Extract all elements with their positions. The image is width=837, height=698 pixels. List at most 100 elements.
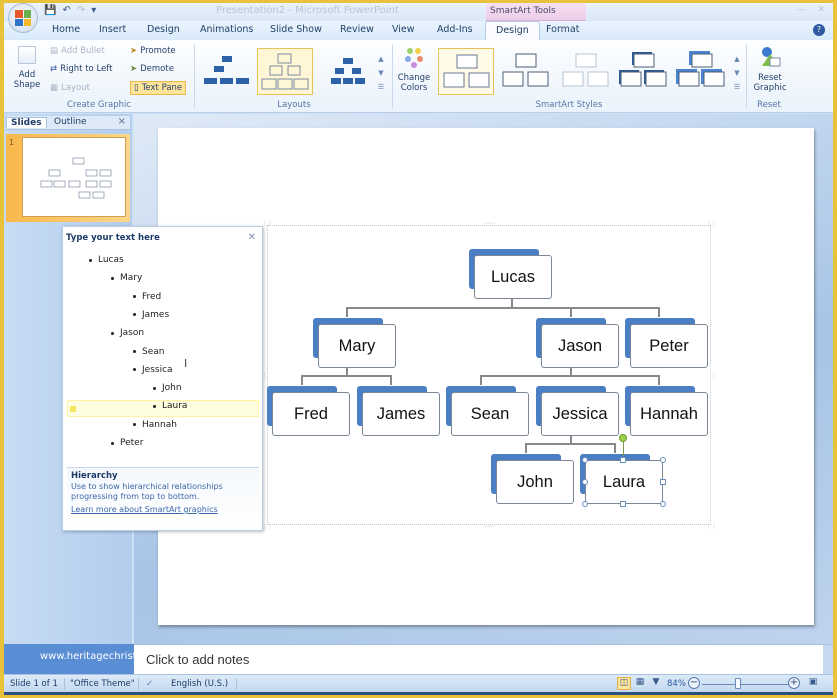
zoom-slider[interactable] (702, 684, 790, 685)
tab-design[interactable]: Design (147, 24, 180, 35)
resize-handle[interactable]: ⋮⋮ (262, 220, 273, 227)
minimize-icon[interactable]: — (796, 5, 805, 15)
fit-to-window-icon[interactable]: ▣ (806, 677, 820, 690)
selection-handle[interactable] (620, 457, 626, 463)
zoom-level[interactable]: 84% (667, 679, 686, 689)
connector-line (525, 443, 527, 453)
layout-button[interactable]: ▦ Layout (50, 83, 90, 93)
demote-button[interactable]: ➤ Demote (130, 64, 174, 74)
org-node-jason[interactable]: Jason (536, 318, 619, 368)
smartart-style-3[interactable] (558, 48, 614, 95)
tab-review[interactable]: Review (340, 24, 374, 35)
text-pane-item[interactable]: Sean (133, 347, 164, 357)
promote-button[interactable]: ➤ Promote (130, 46, 176, 56)
add-shape-button[interactable]: Add Shape (10, 46, 44, 90)
notes-pane[interactable]: Click to add notes (134, 644, 833, 675)
selection-handle[interactable] (620, 501, 626, 507)
org-node-fred[interactable]: Fred (267, 386, 350, 436)
org-node-lucas[interactable]: Lucas (469, 249, 552, 299)
text-pane-item[interactable]: Hannah (133, 420, 177, 430)
slide-show-view-icon[interactable]: ▼ (649, 677, 663, 690)
slide-sorter-view-icon[interactable]: ▦ (633, 677, 647, 690)
slide-thumbnail[interactable] (22, 137, 126, 217)
smartart-style-5[interactable] (674, 48, 730, 95)
org-node-peter[interactable]: Peter (625, 318, 708, 368)
language[interactable]: English (U.S.) (171, 679, 228, 689)
text-pane-item[interactable]: Jason (111, 328, 144, 338)
zoom-in-icon[interactable]: + (788, 677, 800, 689)
layout-option-3[interactable] (320, 48, 376, 95)
org-node-john[interactable]: John (491, 454, 574, 504)
tab-slide-show[interactable]: Slide Show (270, 24, 322, 35)
resize-handle[interactable]: ⋮ (711, 372, 717, 379)
notes-scrollbar[interactable] (823, 645, 833, 675)
selection-handle[interactable] (660, 501, 666, 507)
rotation-stem (623, 440, 624, 456)
notes-placeholder[interactable]: Click to add notes (146, 652, 249, 667)
org-node-laura[interactable]: Laura (580, 454, 663, 504)
text-pane-item[interactable]: James (133, 310, 169, 320)
selection-handle[interactable] (660, 479, 666, 485)
tab-smartart-design[interactable]: Design (485, 21, 540, 40)
tab-home[interactable]: Home (52, 24, 80, 35)
tab-animations[interactable]: Animations (200, 24, 253, 35)
selection-handle[interactable] (582, 501, 588, 507)
right-to-left-button[interactable]: ⇄ Right to Left (50, 64, 112, 74)
text-pane-item[interactable]: Mary (111, 273, 142, 283)
tab-outline[interactable]: Outline (50, 117, 91, 127)
selection-handle[interactable] (660, 457, 666, 463)
resize-handle[interactable]: ⋮⋮ (706, 220, 717, 227)
smartart-style-1[interactable] (438, 48, 494, 95)
redo-icon[interactable]: ↷ (77, 5, 85, 16)
org-node-james[interactable]: James (357, 386, 440, 436)
org-node-hannah[interactable]: Hannah (625, 386, 708, 436)
resize-handle[interactable]: ⋮⋮ (706, 523, 717, 530)
layout-option-2[interactable] (257, 48, 313, 95)
close-pane-icon[interactable]: × (118, 116, 126, 127)
layout-option-1[interactable] (199, 48, 255, 95)
learn-more-link[interactable]: Learn more about SmartArt graphics (71, 505, 255, 514)
resize-handle[interactable]: ⋯⋯ (484, 523, 495, 530)
resize-handle[interactable]: ⋮⋮ (262, 523, 273, 530)
save-icon[interactable]: 💾 (44, 5, 56, 16)
text-pane-item[interactable]: Fred (133, 292, 161, 302)
reset-graphic-button[interactable]: Reset Graphic (750, 46, 790, 93)
tab-add-ins[interactable]: Add-Ins (437, 24, 473, 35)
org-node-sean[interactable]: Sean (446, 386, 529, 436)
tab-smartart-format[interactable]: Format (546, 24, 579, 35)
text-pane-item[interactable]: Laura (153, 401, 187, 411)
add-bullet-button[interactable]: ▤ Add Bullet (50, 46, 105, 56)
org-node-jessica[interactable]: Jessica (536, 386, 619, 436)
styles-gallery-scroll[interactable]: ▲ ▼ ☰ (733, 52, 741, 94)
normal-view-icon[interactable]: ◫ (617, 677, 631, 690)
undo-icon[interactable]: ↶ (62, 5, 70, 16)
layout-info-title: Hierarchy (71, 471, 118, 481)
close-window-icon[interactable]: ✕ (817, 5, 825, 15)
zoom-slider-thumb[interactable] (735, 678, 741, 689)
spelling-check-icon[interactable]: ✓ (146, 679, 153, 689)
help-icon[interactable]: ? (813, 24, 825, 36)
smartart-style-4[interactable] (616, 48, 672, 95)
theme-name: "Office Theme" (70, 679, 135, 689)
change-colors-button[interactable]: Change Colors (396, 46, 432, 93)
layouts-gallery-scroll[interactable]: ▲ ▼ ☰ (377, 52, 385, 94)
office-button[interactable] (8, 3, 38, 33)
zoom-out-icon[interactable]: − (688, 677, 700, 689)
text-pane-button[interactable]: ▯ Text Pane (130, 81, 187, 95)
text-pane-item[interactable]: Jessica (133, 365, 173, 375)
text-pane-item[interactable]: Peter (111, 438, 143, 448)
slide-thumbnail-selected[interactable]: 1 (6, 134, 130, 222)
text-pane-item[interactable]: Lucas (89, 255, 124, 265)
tab-view[interactable]: View (392, 24, 415, 35)
rotate-handle[interactable] (619, 434, 627, 442)
close-icon[interactable]: ✕ (248, 232, 256, 243)
tab-slides[interactable]: Slides (6, 117, 47, 128)
resize-handle[interactable]: ⋯⋯ (484, 220, 495, 227)
selection-handle[interactable] (582, 457, 588, 463)
tab-insert[interactable]: Insert (99, 24, 126, 35)
org-node-mary[interactable]: Mary (313, 318, 396, 368)
selection-handle[interactable] (582, 479, 588, 485)
text-pane-item[interactable]: John (153, 383, 182, 393)
smartart-style-2[interactable] (498, 48, 554, 95)
customize-icon[interactable]: ▾ (91, 5, 96, 16)
